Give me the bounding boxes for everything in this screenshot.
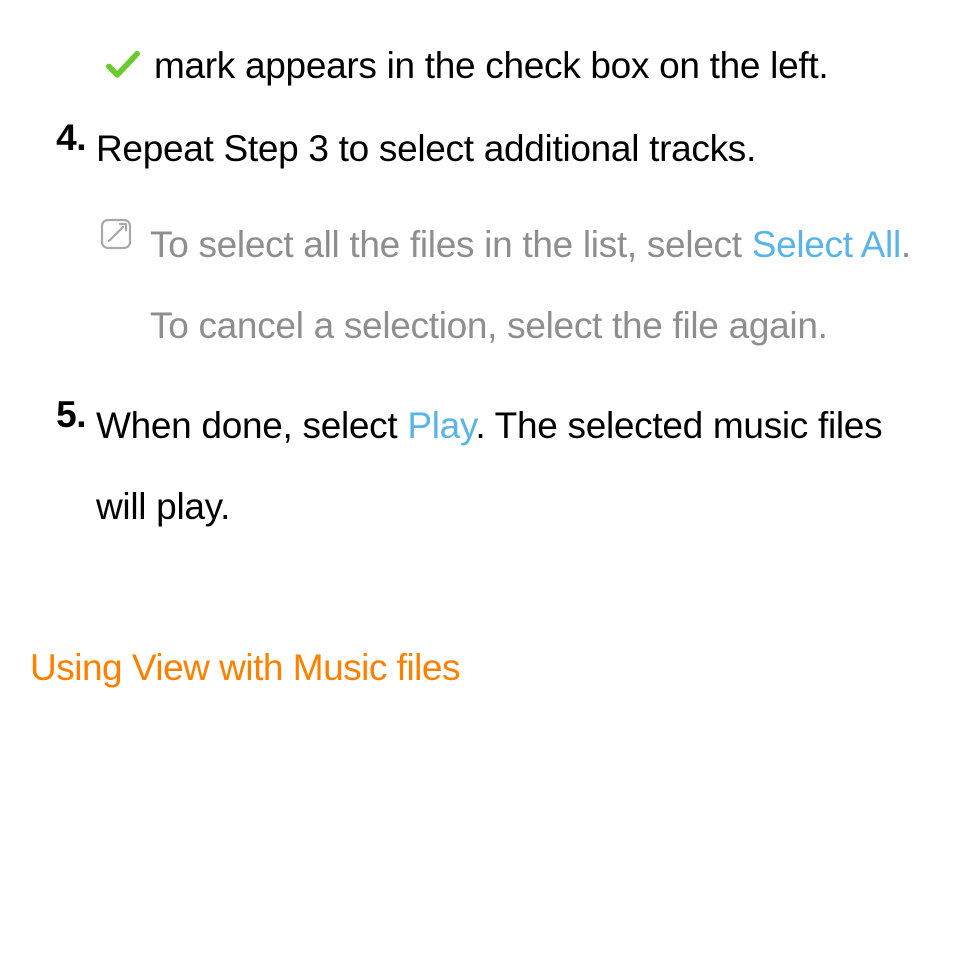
note-body: To select all the files in the list, sel… — [150, 204, 926, 367]
step-5-body: When done, select Play. The selected mus… — [96, 385, 926, 548]
note-highlight: Select All — [752, 224, 901, 265]
note: To select all the files in the list, sel… — [100, 204, 926, 367]
step-5: 5. When done, select Play. The selected … — [30, 385, 926, 548]
step-4-text: Repeat Step 3 to select additional track… — [96, 108, 926, 189]
step-3-continuation: mark appears in the check box on the lef… — [106, 25, 926, 108]
check-icon — [106, 27, 140, 108]
note-pre: To select all the files in the list, sel… — [150, 224, 752, 265]
step-4-number: 4. — [30, 108, 96, 167]
manual-page: mark appears in the check box on the lef… — [0, 0, 954, 719]
step-5-highlight: Play — [407, 405, 475, 446]
section-heading: Using View with Music files — [30, 647, 926, 689]
step-5-pre: When done, select — [96, 405, 407, 446]
step-5-number: 5. — [30, 385, 96, 444]
note-icon — [100, 204, 150, 255]
step-4: 4. Repeat Step 3 to select additional tr… — [30, 108, 926, 189]
step-3-continuation-text: mark appears in the check box on the lef… — [144, 45, 828, 86]
